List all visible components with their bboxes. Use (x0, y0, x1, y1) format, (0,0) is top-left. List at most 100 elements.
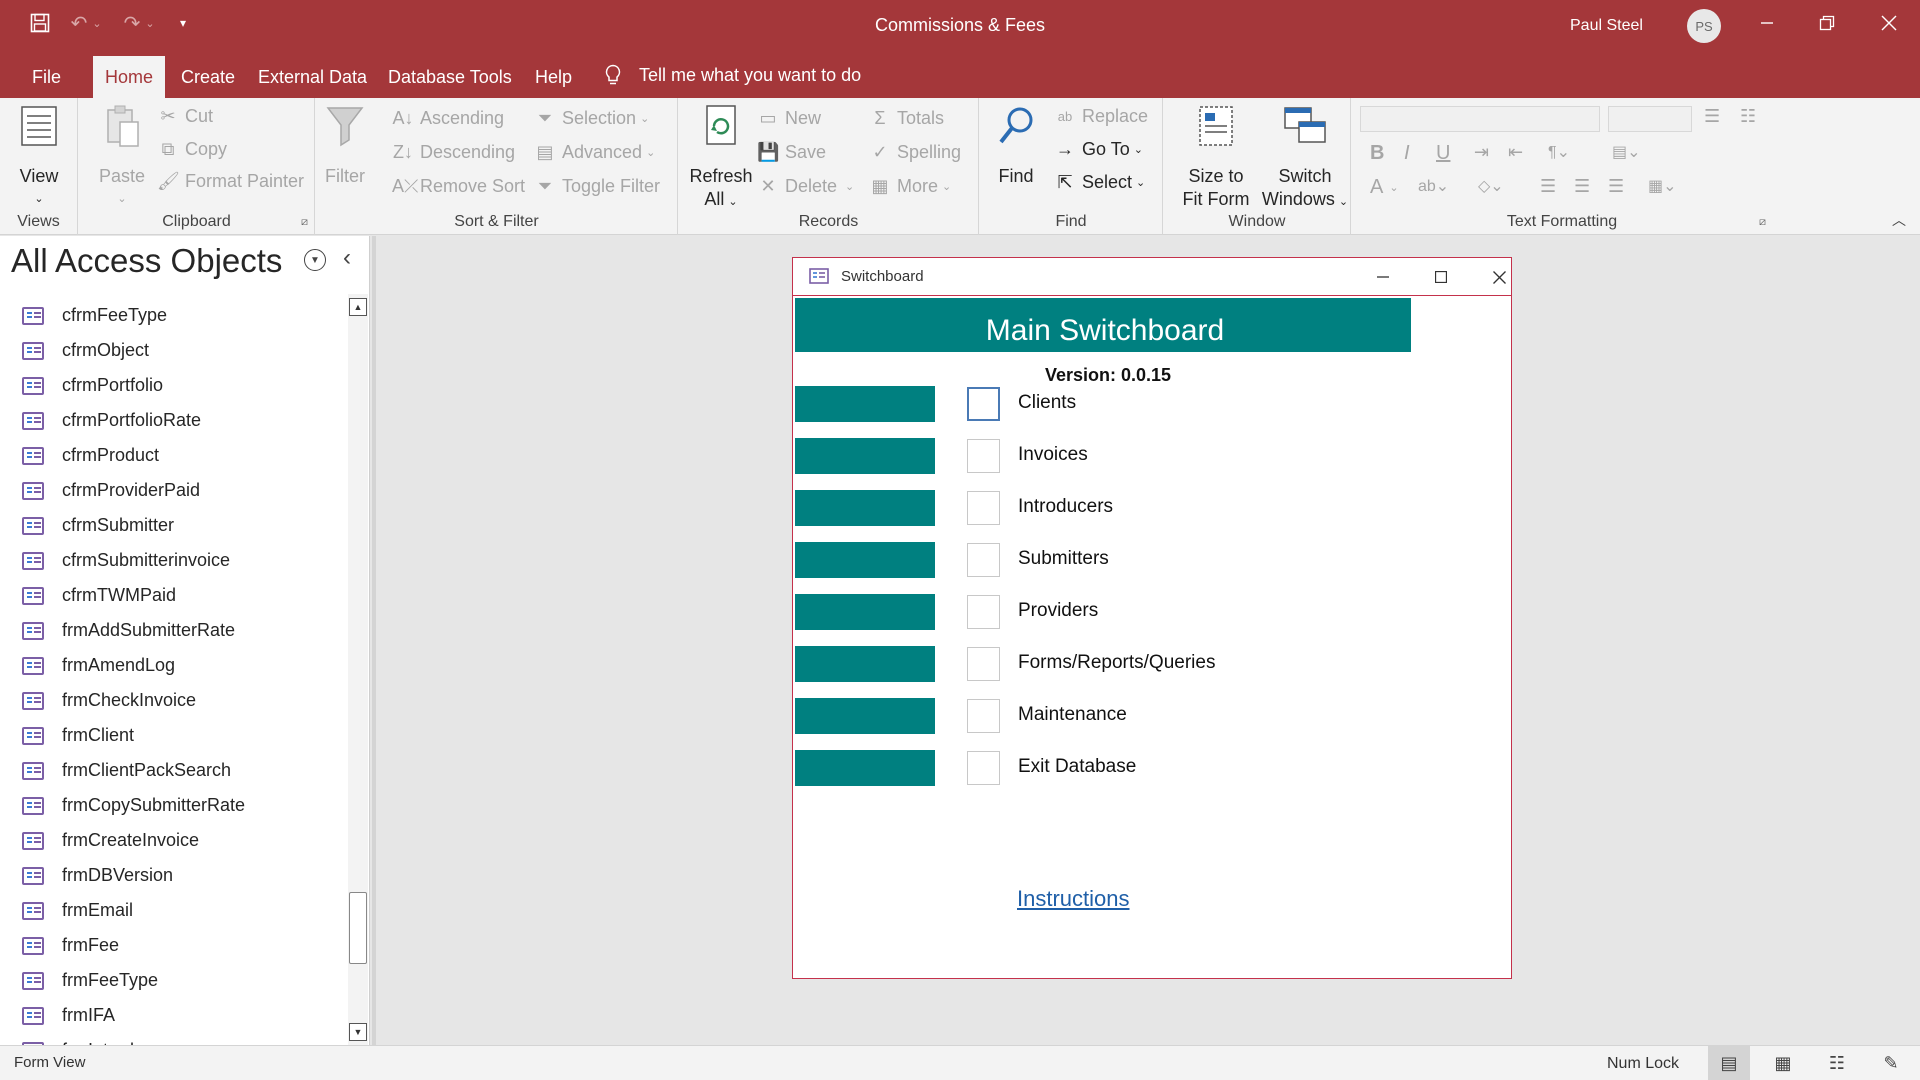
align-right-icon[interactable]: ☰ (1608, 176, 1624, 197)
italic-button[interactable]: I (1404, 142, 1410, 165)
switchboard-item-button[interactable] (967, 543, 1000, 577)
copy-button[interactable]: ⧉ Copy (157, 139, 227, 160)
nav-form-item[interactable]: frmFee (0, 928, 348, 963)
user-name[interactable]: Paul Steel (1570, 17, 1643, 35)
save-icon[interactable] (25, 8, 55, 38)
collapse-pane-icon[interactable]: ‹ (343, 244, 351, 272)
paste-button[interactable]: Paste ⌄ (89, 104, 155, 211)
collapse-ribbon-icon[interactable]: ︿ (1892, 210, 1906, 230)
totals-button[interactable]: Σ Totals (869, 108, 944, 129)
bold-button[interactable]: B (1370, 142, 1384, 165)
descending-button[interactable]: Z↓ Descending (392, 142, 515, 163)
refresh-all-button[interactable]: Refresh All ⌄ (689, 104, 753, 214)
font-color-button[interactable]: A ⌄ (1370, 176, 1399, 199)
nav-form-item[interactable]: cfrmProviderPaid (0, 473, 348, 508)
nav-form-item[interactable]: cfrmObject (0, 333, 348, 368)
numbering-icon[interactable]: ☷ (1740, 106, 1756, 127)
filter-button[interactable]: Filter (322, 104, 368, 188)
new-record-button[interactable]: ▭ New (757, 108, 821, 129)
replace-button[interactable]: ab Replace (1054, 106, 1148, 127)
nav-form-item[interactable]: cfrmProduct (0, 438, 348, 473)
nav-form-item[interactable]: cfrmSubmitter (0, 508, 348, 543)
bullets-icon[interactable]: ☰ (1704, 106, 1720, 127)
highlight-icon[interactable]: ab⌄ (1418, 176, 1449, 196)
tab-help[interactable]: Help (523, 56, 584, 98)
nav-form-item[interactable]: cfrmPortfolioRate (0, 403, 348, 438)
nav-form-item[interactable]: frmCreateInvoice (0, 823, 348, 858)
scroll-up-icon[interactable]: ▲ (349, 298, 367, 316)
paragraph-direction-icon[interactable]: ¶⌄ (1548, 142, 1570, 162)
toggle-filter-button[interactable]: ⏷ Toggle Filter (534, 176, 660, 197)
nav-form-item[interactable]: cfrmSubmitterinvoice (0, 543, 348, 578)
switchboard-item-button[interactable] (967, 387, 1000, 421)
nav-form-item[interactable]: frmCheckInvoice (0, 683, 348, 718)
nav-form-item[interactable]: cfrmPortfolio (0, 368, 348, 403)
switchboard-item-label[interactable]: Maintenance (1018, 704, 1127, 726)
tab-external-data[interactable]: External Data (246, 56, 379, 98)
undo-dropdown-icon[interactable]: ⌄ (90, 8, 104, 38)
switchboard-item-label[interactable]: Exit Database (1018, 756, 1136, 778)
underline-button[interactable]: U (1436, 142, 1450, 165)
instructions-link[interactable]: Instructions (1017, 886, 1130, 912)
maximize-icon[interactable] (1421, 262, 1461, 292)
switchboard-item-button[interactable] (967, 751, 1000, 785)
design-view-icon[interactable]: ✎ (1870, 1046, 1912, 1080)
nav-form-item[interactable]: frmFeeType (0, 963, 348, 998)
minimize-icon[interactable] (1363, 262, 1403, 292)
align-center-icon[interactable]: ☰ (1574, 176, 1590, 197)
gridlines-icon[interactable]: ▤⌄ (1612, 142, 1641, 162)
layout-view-icon[interactable]: ☷ (1816, 1046, 1858, 1080)
tab-home[interactable]: Home (93, 56, 165, 98)
close-icon[interactable] (1860, 0, 1918, 45)
tab-database-tools[interactable]: Database Tools (376, 56, 524, 98)
nav-form-item[interactable]: cfrmTWMPaid (0, 578, 348, 613)
switch-windows-button[interactable]: Switch Windows ⌄ (1260, 104, 1350, 214)
switchboard-item-button[interactable] (967, 595, 1000, 629)
size-to-fit-form-button[interactable]: Size to Fit Form (1174, 104, 1258, 211)
switchboard-item-button[interactable] (967, 491, 1000, 525)
font-size-box[interactable] (1608, 106, 1692, 132)
delete-record-button[interactable]: ✕ Delete ⌄ (757, 176, 854, 197)
nav-form-item[interactable]: frmEmail (0, 893, 348, 928)
close-icon[interactable] (1479, 262, 1519, 292)
nav-scrollbar[interactable]: ▲ ▼ (348, 294, 368, 1045)
switchboard-item-label[interactable]: Invoices (1018, 444, 1088, 466)
switchboard-item-label[interactable]: Introducers (1018, 496, 1113, 518)
go-to-button[interactable]: → Go To ⌄ (1054, 139, 1143, 160)
switchboard-item-label[interactable]: Submitters (1018, 548, 1109, 570)
switchboard-item-button[interactable] (967, 439, 1000, 473)
scrollbar-thumb[interactable] (349, 892, 367, 964)
form-view-icon[interactable]: ▤ (1708, 1046, 1750, 1080)
switchboard-item-button[interactable] (967, 647, 1000, 681)
dialog-launcher-icon[interactable]: ⧄ (1759, 216, 1766, 229)
view-button[interactable]: View ⌄ (8, 104, 70, 211)
switchboard-item-label[interactable]: Forms/Reports/Queries (1018, 652, 1215, 674)
fill-color-icon[interactable]: ◇⌄ (1478, 176, 1504, 196)
chevron-down-circle-icon[interactable]: ▼ (304, 249, 326, 271)
scroll-down-icon[interactable]: ▼ (349, 1023, 367, 1041)
tell-me-search[interactable]: Tell me what you want to do (603, 64, 861, 86)
dialog-launcher-icon[interactable]: ⧄ (301, 216, 308, 229)
spelling-button[interactable]: ✓ Spelling (869, 142, 961, 163)
save-record-button[interactable]: 💾 Save (757, 142, 826, 163)
switchboard-item-label[interactable]: Providers (1018, 600, 1098, 622)
nav-form-item[interactable]: frmIntroducer (0, 1033, 348, 1045)
nav-pane-title[interactable]: All Access Objects (11, 242, 282, 280)
minimize-icon[interactable] (1738, 0, 1796, 45)
restore-icon[interactable] (1798, 0, 1856, 45)
switchboard-item-label[interactable]: Clients (1018, 392, 1076, 414)
increase-indent-icon[interactable]: ⇥ (1474, 142, 1489, 163)
tab-create[interactable]: Create (169, 56, 247, 98)
alternate-row-color-icon[interactable]: ▦⌄ (1648, 176, 1677, 196)
customize-qat-icon[interactable]: ▾ (173, 8, 193, 38)
tab-file[interactable]: File (20, 56, 73, 98)
decrease-indent-icon[interactable]: ⇤ (1508, 142, 1523, 163)
nav-form-item[interactable]: frmClientPackSearch (0, 753, 348, 788)
redo-dropdown-icon[interactable]: ⌄ (143, 8, 157, 38)
select-button[interactable]: ⇱ Select ⌄ (1054, 172, 1145, 193)
cut-button[interactable]: ✂ Cut (157, 106, 213, 127)
find-button[interactable]: Find (988, 104, 1044, 188)
align-left-icon[interactable]: ☰ (1540, 176, 1556, 197)
ascending-button[interactable]: A↓ Ascending (392, 108, 504, 129)
nav-form-item[interactable]: frmIFA (0, 998, 348, 1033)
